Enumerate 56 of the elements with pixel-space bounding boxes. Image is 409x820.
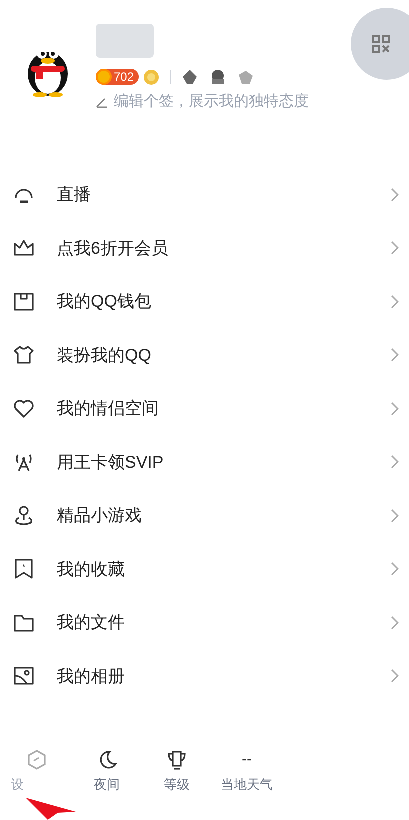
redacted-name: [96, 24, 154, 58]
settings-icon: [26, 748, 48, 770]
photo-icon: [13, 665, 35, 688]
menu-label: 直播: [57, 184, 92, 206]
shirt-icon: [13, 344, 35, 366]
qr-code-button[interactable]: [351, 8, 409, 80]
menu-label: 我的QQ钱包: [57, 291, 152, 313]
menu-item[interactable]: 装扮我的QQ: [0, 328, 409, 382]
menu-label: 我的文件: [57, 612, 126, 634]
pointer-arrow: [26, 798, 76, 820]
toolbar-label: 当地天气: [221, 776, 273, 794]
bookmark-icon: [13, 558, 35, 580]
toolbar-label: 夜间: [94, 776, 120, 794]
menu-item[interactable]: 直播: [0, 168, 409, 222]
badge-icon: [237, 68, 256, 86]
menu-item[interactable]: 精品小游戏: [0, 489, 409, 542]
coin-icon: [96, 69, 112, 85]
menu-item[interactable]: 用王卡领SVIP: [0, 436, 409, 489]
chevron-right-icon: [391, 188, 399, 202]
toolbar-item[interactable]: -- 当地天气: [212, 748, 282, 794]
menu-item[interactable]: 我的文件: [0, 596, 409, 650]
badge-icon: [181, 68, 200, 86]
menu-label: 我的情侣空间: [57, 398, 160, 420]
chevron-right-icon: [391, 348, 399, 362]
pin-icon: [13, 504, 35, 527]
toolbar-label: 设: [11, 776, 24, 794]
toolbar-label: 等级: [164, 776, 190, 794]
menu-label: 精品小游戏: [57, 505, 143, 527]
qr-code-icon: [371, 34, 391, 54]
chevron-right-icon: [391, 294, 399, 309]
level-badge: 702: [96, 69, 140, 85]
menu-label: 我的收藏: [57, 558, 126, 580]
chevron-right-icon: [391, 669, 399, 684]
menu-item[interactable]: 我的相册: [0, 650, 409, 703]
chevron-right-icon: [391, 616, 399, 630]
toolbar-item[interactable]: 夜间: [72, 748, 142, 794]
sun-icon: [143, 68, 160, 86]
heart-icon: [13, 398, 35, 420]
trophy-icon: [166, 748, 188, 770]
pencil-icon: [96, 96, 108, 108]
chevron-right-icon: [391, 508, 399, 523]
menu-label: 用王卡领SVIP: [57, 452, 165, 474]
chevron-right-icon: [391, 455, 399, 470]
menu-item[interactable]: 点我6折开会员: [0, 222, 409, 275]
menu-item[interactable]: 我的收藏: [0, 542, 409, 596]
menu-item[interactable]: 我的QQ钱包: [0, 275, 409, 328]
chevron-right-icon: [391, 241, 399, 256]
menu-label: 装扮我的QQ: [57, 344, 152, 366]
wallet-icon: [13, 290, 35, 313]
chevron-right-icon: [391, 402, 399, 416]
chevron-right-icon: [391, 562, 399, 576]
menu-item[interactable]: 我的情侣空间: [0, 382, 409, 436]
toolbar-item[interactable]: 等级: [142, 748, 212, 794]
menu-label: 点我6折开会员: [57, 238, 170, 260]
weather-value: --: [242, 750, 252, 770]
menu-label: 我的相册: [57, 666, 126, 688]
